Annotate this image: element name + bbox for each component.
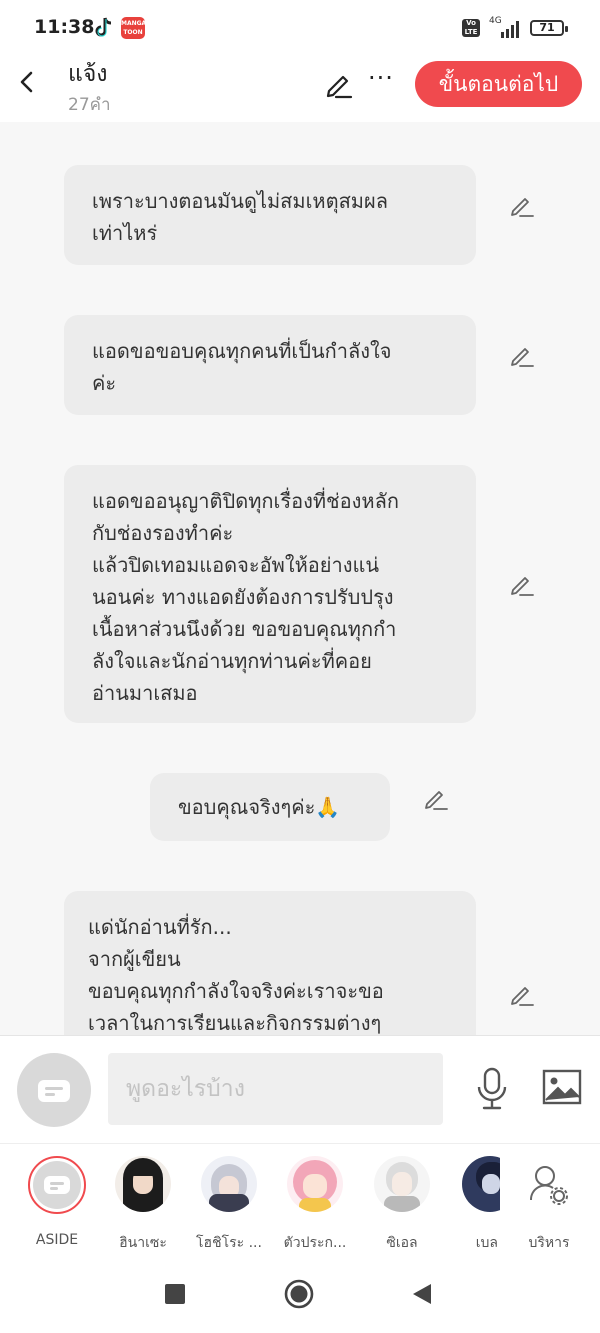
next-step-button[interactable]: ขั้นตอนต่อไป — [415, 61, 582, 107]
avatar — [201, 1156, 257, 1212]
avatar — [462, 1156, 500, 1212]
character-label: ASIDE — [35, 1232, 79, 1248]
microphone-icon[interactable] — [474, 1066, 510, 1112]
avatar — [115, 1156, 171, 1212]
aside-toggle-button[interactable] — [17, 1053, 91, 1127]
top-bar: แจ้ง 27คำ ··· ขั้นตอนต่อไป — [0, 56, 600, 122]
edit-message-icon[interactable] — [508, 192, 536, 220]
signal-icon — [501, 21, 519, 38]
avatar — [287, 1156, 343, 1212]
character-aside[interactable]: ASIDE — [17, 1156, 97, 1248]
avatar — [374, 1156, 430, 1212]
character-label: ซิเอล — [386, 1235, 418, 1251]
mangatoon-icon: MANGA TOON — [121, 17, 146, 39]
aside-avatar — [28, 1156, 86, 1214]
status-bar: 11:38 MANGA TOON Vo LTE 4G 71 — [0, 0, 600, 56]
manage-characters[interactable]: บริหาร — [509, 1156, 589, 1254]
character-item[interactable]: ฮินาเซะ — [103, 1156, 183, 1254]
character-item[interactable]: เบล — [446, 1156, 500, 1254]
volte-icon: Vo LTE — [462, 19, 480, 37]
character-strip: ASIDE ฮินาเซะ โฮชิโระ ... ตัวประก... ซิเ… — [0, 1143, 600, 1254]
chat-bubble-icon — [38, 1080, 70, 1102]
message-bubble[interactable]: ขอบคุณจริงๆค่ะ🙏 — [150, 773, 390, 841]
back-triangle-icon[interactable] — [412, 1283, 432, 1305]
edit-title-icon[interactable] — [322, 68, 354, 100]
message-composer: พูดอะไรบ้าง — [0, 1035, 600, 1143]
message-bubble[interactable]: เพราะบางตอนมันดูไม่สมเหตุสมผล เท่าไหร่ — [64, 165, 476, 265]
edit-message-icon[interactable] — [422, 785, 450, 813]
character-item[interactable]: ตัวประก... — [275, 1156, 355, 1254]
character-item[interactable]: โฮชิโระ ... — [189, 1156, 269, 1254]
system-nav-bar — [0, 1254, 600, 1333]
edit-message-icon[interactable] — [508, 342, 536, 370]
manage-characters-icon — [529, 1166, 568, 1205]
message-input[interactable]: พูดอะไรบ้าง — [108, 1053, 443, 1125]
message-bubble[interactable]: แอดขอขอบคุณทุกคนที่เป็นกำลังใจ ค่ะ — [64, 315, 476, 415]
image-icon[interactable] — [542, 1069, 582, 1105]
edit-message-icon[interactable] — [508, 981, 536, 1009]
character-label: โฮชิโระ ... — [196, 1235, 262, 1251]
chat-bubble-icon — [44, 1176, 70, 1194]
message-bubble[interactable]: แด่นักอ่านที่รัก... จากผู้เขียน ขอบคุณทุ… — [64, 891, 476, 1051]
character-item[interactable]: ซิเอล — [362, 1156, 442, 1254]
word-count: 27คำ — [68, 95, 111, 115]
character-label: ตัวประก... — [283, 1235, 347, 1251]
recent-apps-icon[interactable] — [165, 1284, 185, 1304]
status-time: 11:38 — [34, 16, 95, 38]
edit-message-icon[interactable] — [508, 571, 536, 599]
more-options-icon[interactable]: ··· — [368, 64, 394, 92]
back-arrow-icon[interactable] — [12, 64, 42, 100]
page-title: แจ้ง — [68, 61, 108, 87]
character-label: บริหาร — [528, 1235, 570, 1251]
home-icon[interactable] — [284, 1279, 314, 1309]
message-bubble[interactable]: แอดขออนุญาติปิดทุกเรื่องที่ช่องหลัก กับช… — [64, 465, 476, 723]
battery-icon: 71 — [530, 20, 568, 36]
character-label: เบล — [475, 1235, 498, 1251]
character-label: ฮินาเซะ — [119, 1235, 167, 1251]
tiktok-icon — [95, 17, 112, 37]
